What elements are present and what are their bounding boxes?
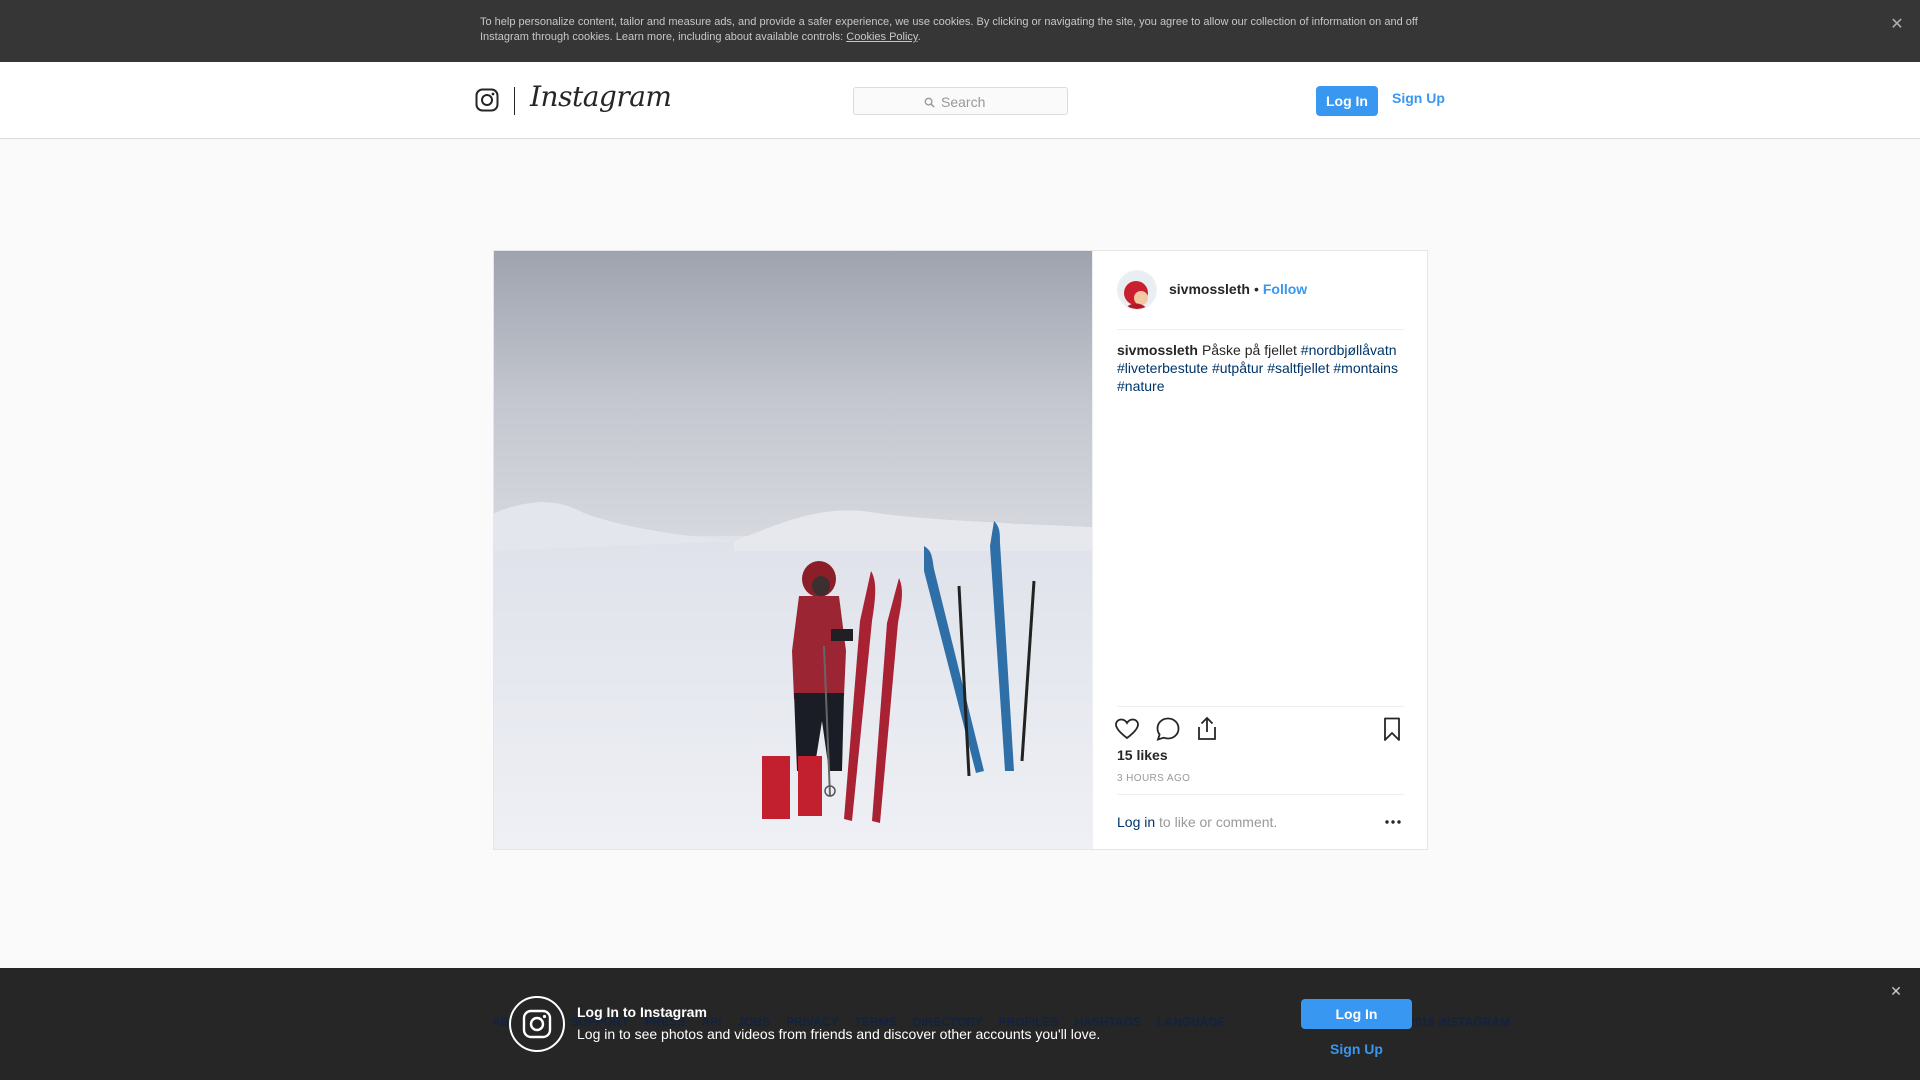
divider <box>1117 706 1404 707</box>
close-icon[interactable]: ✕ <box>1888 16 1906 34</box>
close-icon[interactable]: ✕ <box>1888 983 1904 999</box>
post-header: sivmossleth • Follow <box>1169 281 1307 297</box>
login-bottom-bar: ABOUT US SUPPORT PRESS API JOBS PRIVACY … <box>0 968 1920 1080</box>
avatar[interactable] <box>1117 270 1157 310</box>
top-nav: Instagram Search Log In Sign Up <box>0 62 1920 139</box>
search-icon <box>924 97 935 108</box>
hashtag-link[interactable]: #nature <box>1117 378 1164 394</box>
login-link[interactable]: Log in <box>1117 814 1155 830</box>
instagram-badge-icon <box>509 996 565 1052</box>
instagram-wordmark[interactable]: Instagram <box>530 80 672 113</box>
bottom-login-button[interactable]: Log In <box>1301 999 1412 1029</box>
heart-icon[interactable] <box>1113 715 1141 743</box>
post-photo[interactable] <box>494 251 1092 849</box>
caption-text: Påske på fjellet <box>1201 342 1297 358</box>
cookie-text: To help personalize content, tailor and … <box>480 16 1418 43</box>
hashtag-link[interactable]: #utpåtur <box>1212 360 1263 376</box>
hashtag-link[interactable]: #saltfjellet <box>1267 360 1329 376</box>
post-username[interactable]: sivmossleth <box>1169 281 1250 297</box>
divider <box>1117 794 1404 795</box>
cookie-message: To help personalize content, tailor and … <box>480 16 1418 43</box>
comment-prompt-text: to like or comment. <box>1159 814 1278 830</box>
login-bar-subtitle: Log in to see photos and videos from fri… <box>577 1026 1101 1042</box>
likes-count[interactable]: 15 likes <box>1117 747 1168 763</box>
signup-link[interactable]: Sign Up <box>1392 90 1445 106</box>
bookmark-icon[interactable] <box>1378 715 1406 743</box>
more-options-icon[interactable] <box>1382 813 1404 831</box>
post-caption: sivmossleth Påske på fjellet #nordbjøllåv… <box>1117 341 1407 395</box>
hashtag-link[interactable]: #montains <box>1333 360 1398 376</box>
post-card: sivmossleth • Follow sivmossleth Påske på… <box>493 250 1428 850</box>
comment-icon[interactable] <box>1154 715 1182 743</box>
search-input[interactable]: Search <box>853 87 1068 115</box>
comment-prompt: Log in to like or comment. <box>1117 814 1277 830</box>
cookie-banner: To help personalize content, tailor and … <box>0 0 1920 62</box>
hashtag-link[interactable]: #nordbjøllåvatn <box>1301 342 1397 358</box>
follow-button[interactable]: Follow <box>1263 281 1307 297</box>
post-timestamp[interactable]: 3 HOURS AGO <box>1117 773 1190 784</box>
divider <box>1117 329 1404 330</box>
caption-username[interactable]: sivmossleth <box>1117 342 1198 358</box>
search-placeholder: Search <box>941 94 986 110</box>
hashtag-link[interactable]: #liveterbestute <box>1117 360 1208 376</box>
footer-link-language[interactable]: LANGUAGE <box>1157 1015 1226 1029</box>
login-bar-title: Log In to Instagram <box>577 1004 707 1020</box>
nav-divider <box>514 87 515 115</box>
cookies-policy-link[interactable]: Cookies Policy <box>846 31 917 43</box>
bottom-signup-link[interactable]: Sign Up <box>1301 1041 1412 1057</box>
separator-dot: • <box>1253 281 1259 297</box>
share-icon[interactable] <box>1193 715 1221 743</box>
login-button[interactable]: Log In <box>1316 86 1378 116</box>
footer-copyright: © 2018 INSTAGRAM <box>1396 1015 1510 1029</box>
instagram-glyph-icon[interactable] <box>475 88 499 112</box>
post-sidebar: sivmossleth • Follow sivmossleth Påske på… <box>1092 251 1427 849</box>
